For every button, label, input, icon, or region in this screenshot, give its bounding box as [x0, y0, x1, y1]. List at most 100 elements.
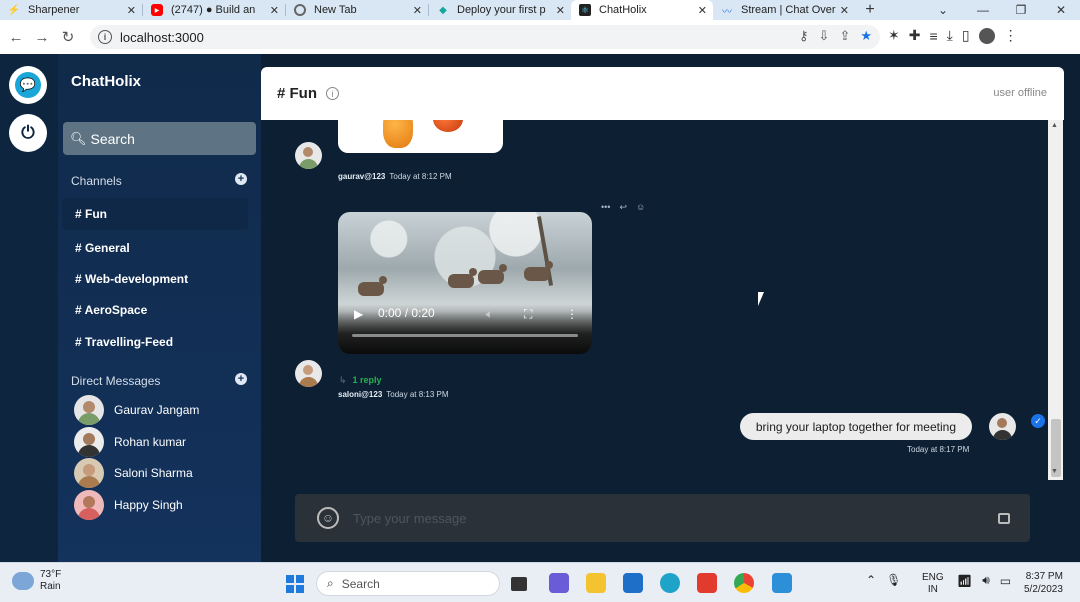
profile-avatar-icon[interactable] — [978, 27, 995, 44]
channel-fun[interactable]: # Fun — [62, 198, 248, 230]
system-clock[interactable]: 8:37 PM 5/2/2023 — [1024, 570, 1063, 596]
browser-tab-stream[interactable]: 〰 Stream | Chat Over ✕ — [713, 0, 855, 20]
search-icon: ⌕ — [327, 576, 334, 590]
browser-tab-youtube[interactable]: ▶ (2747) ● Build an ✕ — [143, 0, 285, 20]
wps-office-icon[interactable] — [697, 573, 717, 593]
browser-tab-sharpener[interactable]: ⚡ Sharpener ✕ — [0, 0, 142, 20]
extension-icon[interactable]: ✶ — [888, 27, 900, 44]
battery-icon[interactable]: ▭ — [1000, 574, 1011, 588]
search-icon: 🔍︎ — [70, 130, 87, 146]
browser-tab-chatholix[interactable]: ⚛ ChatHolix ✕ — [571, 0, 713, 20]
menu-icon[interactable]: ⋮ — [1004, 27, 1018, 44]
media-control-icon[interactable]: ≡ — [929, 28, 937, 44]
video-menu-icon[interactable]: ⋮ — [566, 307, 578, 321]
avatar — [295, 142, 322, 169]
emoji-picker-icon[interactable]: ☺ — [317, 507, 339, 529]
microsoft-store-icon[interactable] — [623, 573, 643, 593]
image-attachment[interactable] — [338, 120, 503, 153]
fullscreen-icon[interactable]: ⛶ — [524, 307, 532, 322]
close-icon[interactable]: ✕ — [127, 4, 136, 17]
stream-favicon-icon: 〰 — [722, 6, 732, 18]
browser-tab-newtab[interactable]: New Tab ✕ — [286, 0, 428, 20]
volume-icon[interactable]: 🔈︎ — [486, 307, 493, 322]
dm-item[interactable]: Saloni Sharma — [74, 458, 193, 488]
key-icon[interactable]: ⚷ — [799, 28, 809, 44]
address-bar[interactable]: i localhost:3000 ⚷ ⇩ ⇪ ★ — [90, 25, 880, 49]
scroll-up-icon[interactable]: ▲ — [1051, 122, 1058, 129]
windows-start-icon[interactable] — [286, 575, 304, 593]
emoji-react-icon[interactable]: ☺ — [636, 202, 645, 213]
install-icon[interactable]: ⇩ — [819, 28, 830, 44]
restore-icon[interactable]: ❐ — [1002, 0, 1040, 20]
side-panel-icon[interactable]: ▯ — [962, 27, 970, 44]
forward-icon[interactable]: → — [29, 24, 55, 50]
add-channel-icon[interactable]: + — [235, 173, 247, 185]
message-time: Today at 8:12 PM — [389, 172, 452, 181]
minimize-icon[interactable]: — — [964, 0, 1002, 20]
close-icon[interactable]: ✕ — [270, 4, 279, 17]
message-meta: saloni@123 Today at 8:13 PM — [338, 390, 449, 399]
taskbar-search-label: Search — [341, 576, 380, 591]
weather-widget[interactable]: 73°F Rain — [12, 569, 61, 593]
app-logo[interactable]: 💬 — [9, 66, 47, 104]
video-progress-bar[interactable] — [352, 334, 578, 337]
microphone-icon[interactable]: 🎙︎ — [886, 573, 901, 587]
channel-web-development[interactable]: # Web-development — [62, 263, 248, 295]
window-close-icon[interactable]: ✕ — [1042, 0, 1080, 20]
dm-item[interactable]: Gaurav Jangam — [74, 395, 199, 425]
chevron-up-icon[interactable]: ⌃ — [866, 573, 876, 587]
download-icon[interactable]: ⤓ — [947, 27, 953, 44]
avatar — [74, 458, 104, 488]
temperature: 73°F — [40, 569, 62, 580]
scroll-down-icon[interactable]: ▼ — [1051, 468, 1058, 475]
input-language[interactable]: ENG IN — [922, 572, 944, 596]
close-icon[interactable]: ✕ — [840, 4, 849, 17]
chrome-icon[interactable] — [734, 573, 754, 593]
share-icon[interactable]: ⇪ — [839, 28, 850, 44]
close-icon[interactable]: ✕ — [698, 4, 707, 17]
edge-icon[interactable] — [660, 573, 680, 593]
reply-icon[interactable]: ↩ — [619, 202, 627, 213]
channel-general[interactable]: # General — [62, 232, 248, 264]
message-author: saloni@123 — [338, 390, 383, 399]
reload-icon[interactable]: ↻ — [55, 24, 81, 50]
task-view-icon[interactable] — [511, 577, 527, 591]
play-icon[interactable]: ▶ — [354, 307, 363, 321]
channels-heading: Channels — [71, 174, 122, 188]
channel-aerospace[interactable]: # AeroSpace — [62, 294, 248, 326]
tab-search-icon[interactable]: ⌄ — [924, 0, 962, 20]
search-input[interactable]: 🔍︎ Search — [63, 122, 256, 155]
image-upload-icon[interactable] — [998, 512, 1010, 524]
back-icon[interactable]: ← — [3, 24, 29, 50]
channel-travelling-feed[interactable]: # Travelling-Feed — [62, 326, 248, 358]
avatar — [74, 490, 104, 520]
dm-item[interactable]: Rohan kumar — [74, 427, 186, 457]
message-actions: ••• ↩ ☺ — [601, 202, 645, 213]
thread-reply-link[interactable]: ↳ 1 reply — [339, 375, 382, 386]
video-player[interactable]: ▶ 0:00 / 0:20 🔈︎ ⛶ ⋮ — [338, 212, 592, 354]
dm-name: Happy Singh — [114, 498, 183, 512]
speaker-icon[interactable]: 🔊︎ — [982, 573, 990, 588]
puzzle-icon[interactable]: ✚ — [909, 27, 921, 44]
info-icon[interactable]: i — [326, 87, 339, 100]
dm-item[interactable]: Happy Singh — [74, 490, 183, 520]
chat-header: # Fun i user offline — [261, 67, 1064, 120]
vscode-icon[interactable] — [772, 573, 792, 593]
message-input[interactable] — [353, 510, 998, 526]
lang-region: IN — [927, 584, 938, 595]
file-explorer-icon[interactable] — [586, 573, 606, 593]
youtube-favicon-icon: ▶ — [151, 4, 163, 16]
new-tab-button[interactable]: + — [855, 0, 885, 20]
close-icon[interactable]: ✕ — [556, 4, 565, 17]
site-info-icon[interactable]: i — [98, 30, 112, 44]
avatar — [989, 413, 1016, 440]
more-icon[interactable]: ••• — [601, 202, 610, 213]
teams-chat-icon[interactable] — [549, 573, 569, 593]
browser-tab-deploy[interactable]: ◆ Deploy your first p ✕ — [429, 0, 571, 20]
bookmark-star-icon[interactable]: ★ — [860, 28, 872, 44]
add-dm-icon[interactable]: + — [235, 373, 247, 385]
taskbar-search[interactable]: ⌕ Search — [316, 571, 500, 596]
wifi-icon[interactable]: 📶︎ — [957, 574, 972, 588]
logout-power-icon[interactable]: ⏻ — [9, 114, 47, 152]
close-icon[interactable]: ✕ — [413, 4, 422, 17]
